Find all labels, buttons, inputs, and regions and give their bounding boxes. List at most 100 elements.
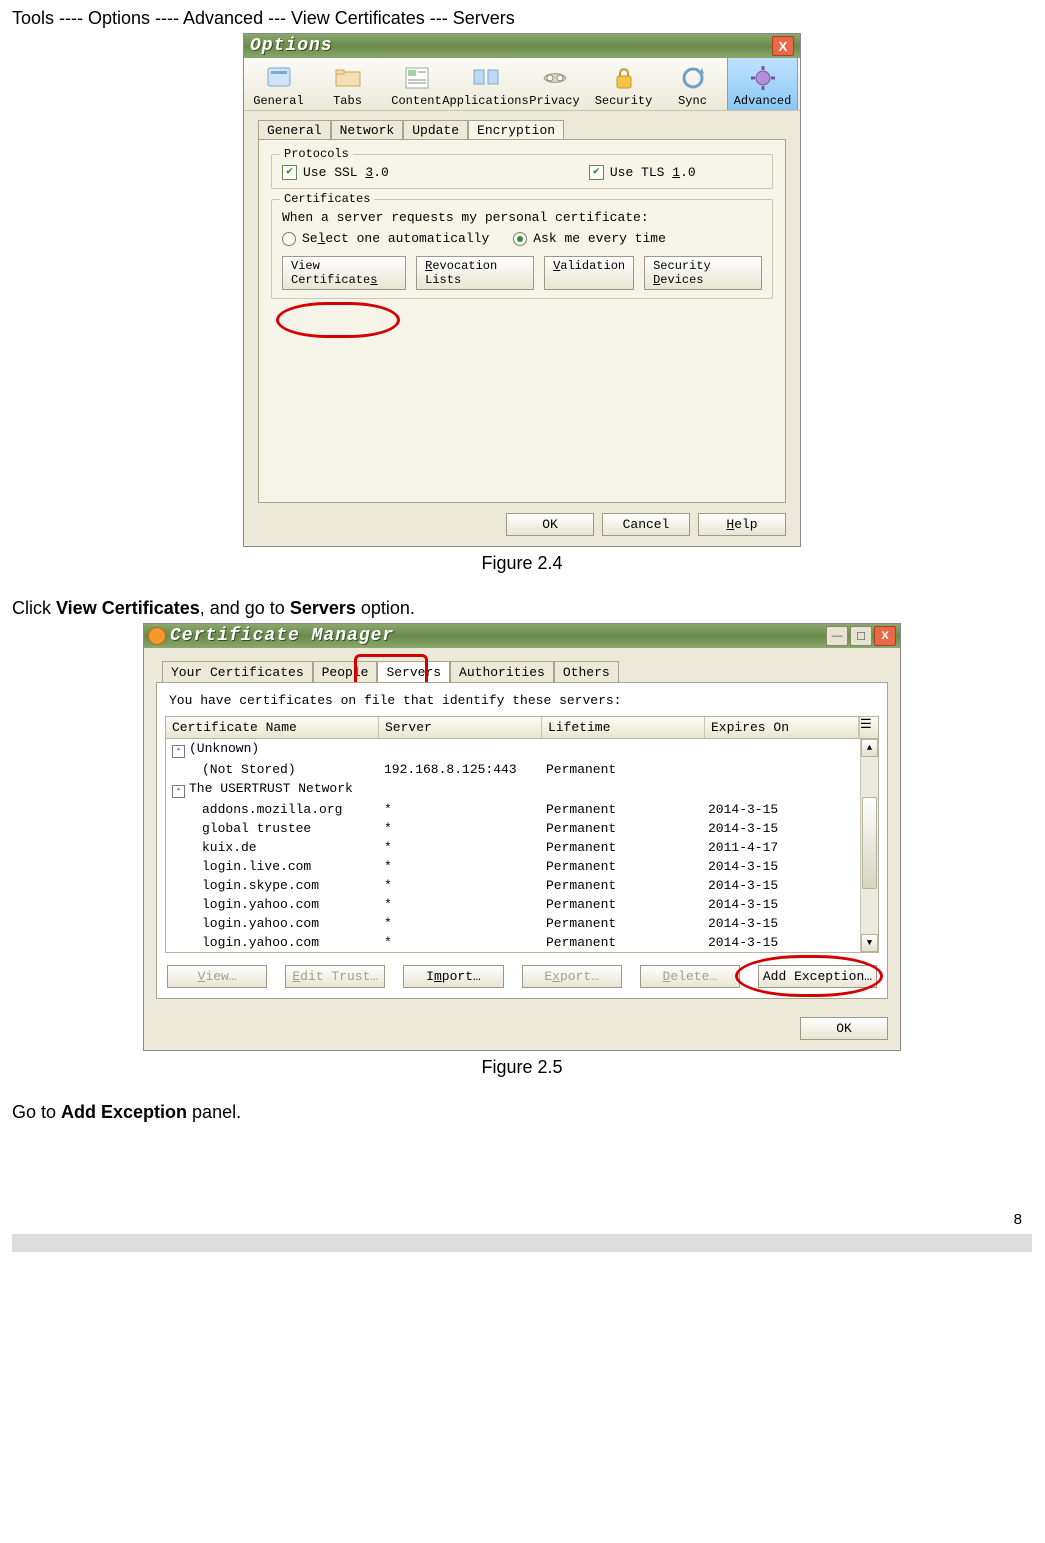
subtab-encryption[interactable]: Encryption bbox=[468, 120, 564, 140]
radio-auto[interactable]: Select one automatically bbox=[282, 231, 489, 246]
tool-content[interactable]: Content bbox=[382, 58, 451, 110]
general-icon bbox=[262, 64, 296, 92]
scroll-down-icon[interactable]: ▼ bbox=[861, 934, 878, 952]
tool-label: Tabs bbox=[333, 94, 362, 108]
servers-panel: You have certificates on file that ident… bbox=[156, 682, 888, 999]
table-row[interactable]: (Not Stored)192.168.8.125:443Permanent bbox=[166, 760, 860, 779]
radio-ask-label: Ask me every time bbox=[533, 231, 666, 246]
certificates-group: Certificates When a server requests my p… bbox=[271, 199, 773, 299]
checkbox-icon: ✔ bbox=[282, 165, 297, 180]
tool-sync[interactable]: Sync bbox=[658, 58, 727, 110]
cert-manager-tabs: Your Certificates People Servers Authori… bbox=[162, 660, 888, 682]
col-server[interactable]: Server bbox=[379, 717, 542, 738]
tab-others[interactable]: Others bbox=[554, 661, 619, 683]
col-lifetime[interactable]: Lifetime bbox=[542, 717, 705, 738]
tab-authorities[interactable]: Authorities bbox=[450, 661, 554, 683]
tool-advanced[interactable]: Advanced bbox=[727, 58, 798, 110]
tool-label: Advanced bbox=[734, 94, 792, 108]
servers-hint: You have certificates on file that ident… bbox=[169, 693, 879, 708]
table-row[interactable]: addons.mozilla.org*Permanent2014-3-15 bbox=[166, 800, 860, 819]
table-row[interactable]: kuix.de*Permanent2011-4-17 bbox=[166, 838, 860, 857]
highlight-oval-icon bbox=[735, 955, 883, 997]
ok-button[interactable]: OK bbox=[800, 1017, 888, 1040]
table-row[interactable]: global trustee*Permanent2014-3-15 bbox=[166, 819, 860, 838]
minimize-icon[interactable]: — bbox=[826, 626, 848, 646]
table-row[interactable]: login.yahoo.com*Permanent2014-3-15 bbox=[166, 914, 860, 933]
view-certificates-button[interactable]: View Certificates bbox=[282, 256, 406, 290]
table-header: Certificate Name Server Lifetime Expires… bbox=[166, 717, 878, 739]
help-button[interactable]: Help bbox=[698, 513, 786, 536]
tabs-icon bbox=[331, 64, 365, 92]
table-row[interactable]: -The USERTRUST Network bbox=[166, 779, 860, 800]
certificate-manager-window: Certificate Manager — ☐ X Your Certifica… bbox=[143, 623, 901, 1051]
scroll-thumb[interactable] bbox=[862, 797, 877, 889]
col-expires-on[interactable]: Expires On bbox=[705, 717, 859, 738]
applications-icon bbox=[469, 64, 503, 92]
subtab-update[interactable]: Update bbox=[403, 120, 468, 140]
subtab-general[interactable]: General bbox=[258, 120, 331, 140]
tls-check-row[interactable]: ✔ Use TLS 1.0 bbox=[589, 165, 696, 180]
tool-label: General bbox=[253, 94, 303, 108]
content-icon bbox=[400, 64, 434, 92]
tool-general[interactable]: General bbox=[244, 58, 313, 110]
scrollbar[interactable]: ▲ ▼ bbox=[860, 739, 878, 952]
table-row[interactable]: login.yahoo.com*Permanent2014-3-15 bbox=[166, 895, 860, 914]
options-window: Options X General Tabs Content Applicati… bbox=[243, 33, 801, 547]
breadcrumb-line: Tools ---- Options ---- Advanced --- Vie… bbox=[12, 8, 1032, 29]
delete-button[interactable]: Delete… bbox=[640, 965, 740, 988]
advanced-icon bbox=[746, 64, 780, 92]
import-button[interactable]: Import… bbox=[403, 965, 503, 988]
close-icon[interactable]: X bbox=[874, 626, 896, 646]
tool-applications[interactable]: Applications bbox=[451, 58, 520, 110]
privacy-icon bbox=[538, 64, 572, 92]
certificates-hint: When a server requests my personal certi… bbox=[282, 210, 762, 225]
validation-button[interactable]: Validation bbox=[544, 256, 634, 290]
paragraph-3: Go to Add Exception panel. bbox=[12, 1102, 1032, 1123]
figure-2-4-caption: Figure 2.4 bbox=[12, 553, 1032, 574]
paragraph-2: Click View Certificates, and go to Serve… bbox=[12, 598, 1032, 619]
tab-servers[interactable]: Servers bbox=[377, 661, 450, 683]
footer-bar bbox=[12, 1234, 1032, 1252]
table-row[interactable]: -(Unknown) bbox=[166, 739, 860, 760]
tab-your-certificates[interactable]: Your Certificates bbox=[162, 661, 313, 683]
ok-button[interactable]: OK bbox=[506, 513, 594, 536]
security-devices-button[interactable]: Security Devices bbox=[644, 256, 762, 290]
certificates-legend: Certificates bbox=[280, 192, 374, 206]
view-button[interactable]: View… bbox=[167, 965, 267, 988]
tool-tabs[interactable]: Tabs bbox=[313, 58, 382, 110]
revocation-lists-button[interactable]: Revocation Lists bbox=[416, 256, 534, 290]
edit-trust-button[interactable]: Edit Trust… bbox=[285, 965, 385, 988]
subtabs: General Network Update Encryption bbox=[258, 119, 800, 139]
tool-label: Content bbox=[391, 94, 441, 108]
subtab-network[interactable]: Network bbox=[331, 120, 404, 140]
cert-manager-buttons: View… Edit Trust… Import… Export… Delete… bbox=[167, 965, 877, 988]
collapse-icon[interactable]: - bbox=[172, 745, 185, 758]
export-button[interactable]: Export… bbox=[522, 965, 622, 988]
tool-label: Privacy bbox=[529, 94, 579, 108]
table-row[interactable]: login.yahoo.com*Permanent2014-3-15 bbox=[166, 933, 860, 952]
ssl-check-row[interactable]: ✔ Use SSL 3.0 bbox=[282, 165, 389, 180]
tool-privacy[interactable]: Privacy bbox=[520, 58, 589, 110]
cert-manager-titlebar: Certificate Manager — ☐ X bbox=[144, 624, 900, 648]
cancel-button[interactable]: Cancel bbox=[602, 513, 690, 536]
table-row[interactable]: login.live.com*Permanent2014-3-15 bbox=[166, 857, 860, 876]
tool-label: Security bbox=[595, 94, 653, 108]
page-number: 8 bbox=[12, 1211, 1032, 1228]
collapse-icon[interactable]: - bbox=[172, 785, 185, 798]
firefox-icon bbox=[148, 627, 166, 645]
cert-manager-title: Certificate Manager bbox=[170, 626, 822, 646]
tool-security[interactable]: Security bbox=[589, 58, 658, 110]
column-picker-icon[interactable]: ☰ bbox=[859, 717, 878, 738]
close-icon[interactable]: X bbox=[772, 36, 794, 56]
scroll-up-icon[interactable]: ▲ bbox=[861, 739, 878, 757]
tab-people[interactable]: People bbox=[313, 661, 378, 683]
radio-icon bbox=[513, 232, 527, 246]
table-row[interactable]: login.skype.com*Permanent2014-3-15 bbox=[166, 876, 860, 895]
maximize-icon[interactable]: ☐ bbox=[850, 626, 872, 646]
sync-icon bbox=[676, 64, 710, 92]
checkbox-icon: ✔ bbox=[589, 165, 604, 180]
security-icon bbox=[607, 64, 641, 92]
tool-label: Applications bbox=[442, 94, 528, 108]
radio-ask[interactable]: Ask me every time bbox=[513, 231, 666, 246]
col-certificate-name[interactable]: Certificate Name bbox=[166, 717, 379, 738]
